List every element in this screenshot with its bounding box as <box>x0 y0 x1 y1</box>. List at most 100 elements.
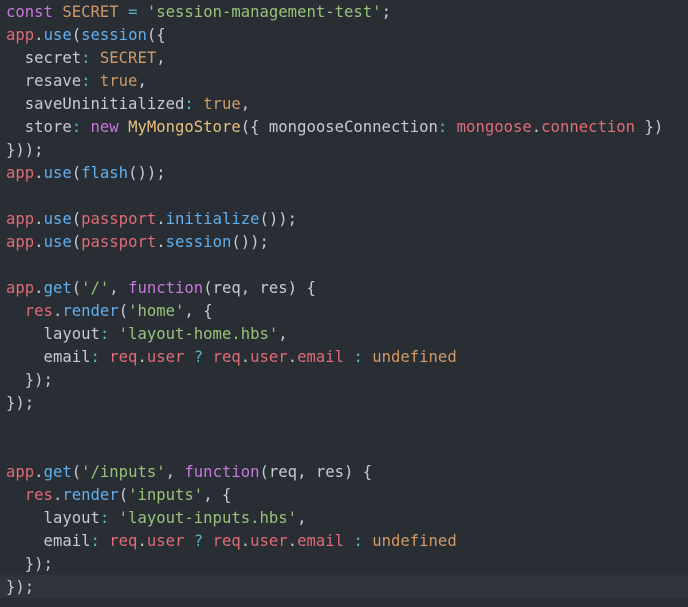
code-token-default: , <box>240 95 251 113</box>
code-token-default: . <box>156 210 166 228</box>
code-area[interactable]: const SECRET = 'session-management-test'… <box>6 1 663 599</box>
code-token-operator: ? <box>193 532 204 550</box>
code-token-variable: connection <box>541 118 636 136</box>
code-token-variable: passport <box>81 233 157 251</box>
code-token-variable: user <box>250 532 288 550</box>
code-line[interactable]: res.render('inputs', { <box>6 484 663 507</box>
code-token-function: session <box>81 26 147 44</box>
code-line[interactable]: resave: true, <box>6 70 663 93</box>
code-token-default: email <box>6 532 91 550</box>
code-token-default: ( <box>71 26 82 44</box>
code-line[interactable] <box>6 254 663 277</box>
code-token-string: 'inputs' <box>128 486 204 504</box>
code-token-variable: req <box>212 348 241 366</box>
code-line[interactable]: })); <box>6 139 663 162</box>
code-line[interactable]: app.use(passport.session()); <box>6 231 663 254</box>
code-token-default <box>100 348 109 366</box>
code-token-default: ( <box>71 279 82 297</box>
code-token-default: ( <box>71 233 82 251</box>
code-token-default: . <box>34 164 44 182</box>
code-line[interactable]: const SECRET = 'session-management-test'… <box>6 1 663 24</box>
code-token-default: }); <box>6 394 35 412</box>
code-token-constant: undefined <box>372 532 457 550</box>
code-token-default: . <box>156 233 166 251</box>
code-token-keyword: function <box>128 279 204 297</box>
code-token-operator: : <box>81 72 91 90</box>
code-token-default: . <box>52 302 63 320</box>
code-token-variable: req <box>109 532 138 550</box>
code-line[interactable]: app.use(session({ <box>6 24 663 47</box>
code-token-default <box>119 3 128 21</box>
code-token-variable: req <box>212 532 241 550</box>
code-token-default <box>184 532 193 550</box>
code-token-keyword: new <box>90 118 119 136</box>
code-token-default: , <box>278 325 288 343</box>
code-token-function: flash <box>81 164 129 182</box>
code-token-default <box>6 302 25 320</box>
code-token-default: ( <box>71 210 82 228</box>
code-line[interactable]: }); <box>6 576 663 599</box>
code-token-default <box>109 325 118 343</box>
code-line[interactable]: store: new MyMongoStore({ mongooseConnec… <box>6 116 663 139</box>
code-token-default: resave <box>6 72 82 90</box>
code-token-string: 'session-management-test' <box>146 3 382 21</box>
code-token-operator: : <box>90 348 100 366</box>
code-token-default: ( <box>118 486 129 504</box>
code-token-default: email <box>6 348 91 366</box>
code-token-variable: req <box>109 348 138 366</box>
code-token-variable: app <box>6 26 35 44</box>
code-token-function: session <box>165 233 232 251</box>
code-line[interactable]: saveUninitialized: true, <box>6 93 663 116</box>
code-token-default: . <box>52 486 63 504</box>
code-token-default: . <box>287 348 298 366</box>
code-line[interactable]: app.get('/inputs', function(req, res) { <box>6 461 663 484</box>
code-token-default: , <box>165 463 185 481</box>
code-token-default: (req, res) { <box>203 279 316 297</box>
code-token-variable: user <box>146 532 185 550</box>
code-token-default: }); <box>6 578 35 596</box>
code-token-operator: : <box>437 118 448 136</box>
code-token-operator: : <box>99 509 110 527</box>
code-token-variable: mongoose <box>456 118 532 136</box>
code-token-default <box>184 348 193 366</box>
code-token-default: saveUninitialized <box>6 95 185 113</box>
code-line[interactable]: app.use(passport.initialize()); <box>6 208 663 231</box>
code-token-default: . <box>240 348 251 366</box>
code-token-string: 'layout-inputs.hbs' <box>118 509 298 527</box>
code-token-constant: true <box>203 95 241 113</box>
code-line[interactable]: }); <box>6 392 663 415</box>
code-line[interactable]: }); <box>6 369 663 392</box>
code-line[interactable]: app.get('/', function(req, res) { <box>6 277 663 300</box>
code-line[interactable]: secret: SECRET, <box>6 47 663 70</box>
code-token-variable: email <box>297 348 345 366</box>
code-token-default <box>203 532 212 550</box>
code-line[interactable]: }); <box>6 553 663 576</box>
code-token-operator: : <box>81 49 91 67</box>
code-token-default: , <box>156 49 166 67</box>
code-line[interactable]: email: req.user ? req.user.email : undef… <box>6 530 663 553</box>
code-token-keyword: function <box>184 463 260 481</box>
code-token-default: ({ <box>146 26 166 44</box>
code-token-default <box>100 532 109 550</box>
code-token-default: , <box>137 72 147 90</box>
code-line[interactable]: app.use(flash()); <box>6 162 663 185</box>
code-token-default: (req, res) { <box>259 463 373 481</box>
code-token-constant: true <box>99 72 138 90</box>
code-token-variable: res <box>24 302 53 320</box>
code-line[interactable] <box>6 185 663 208</box>
code-token-string: 'layout-home.hbs' <box>118 325 279 343</box>
code-token-operator: : <box>71 118 82 136</box>
code-line[interactable]: layout: 'layout-home.hbs', <box>6 323 663 346</box>
code-line[interactable] <box>6 415 663 438</box>
code-token-default <box>363 348 372 366</box>
code-line[interactable]: res.render('home', { <box>6 300 663 323</box>
code-token-operator: : <box>184 95 194 113</box>
code-token-operator: : <box>99 325 110 343</box>
code-editor[interactable]: const SECRET = 'session-management-test'… <box>0 0 688 607</box>
code-line[interactable]: layout: 'layout-inputs.hbs', <box>6 507 663 530</box>
code-token-default <box>137 3 146 21</box>
code-token-operator: ? <box>193 348 204 366</box>
code-line[interactable]: email: req.user ? req.user.email : undef… <box>6 346 663 369</box>
code-token-default: , <box>109 279 129 297</box>
code-line[interactable] <box>6 438 663 461</box>
